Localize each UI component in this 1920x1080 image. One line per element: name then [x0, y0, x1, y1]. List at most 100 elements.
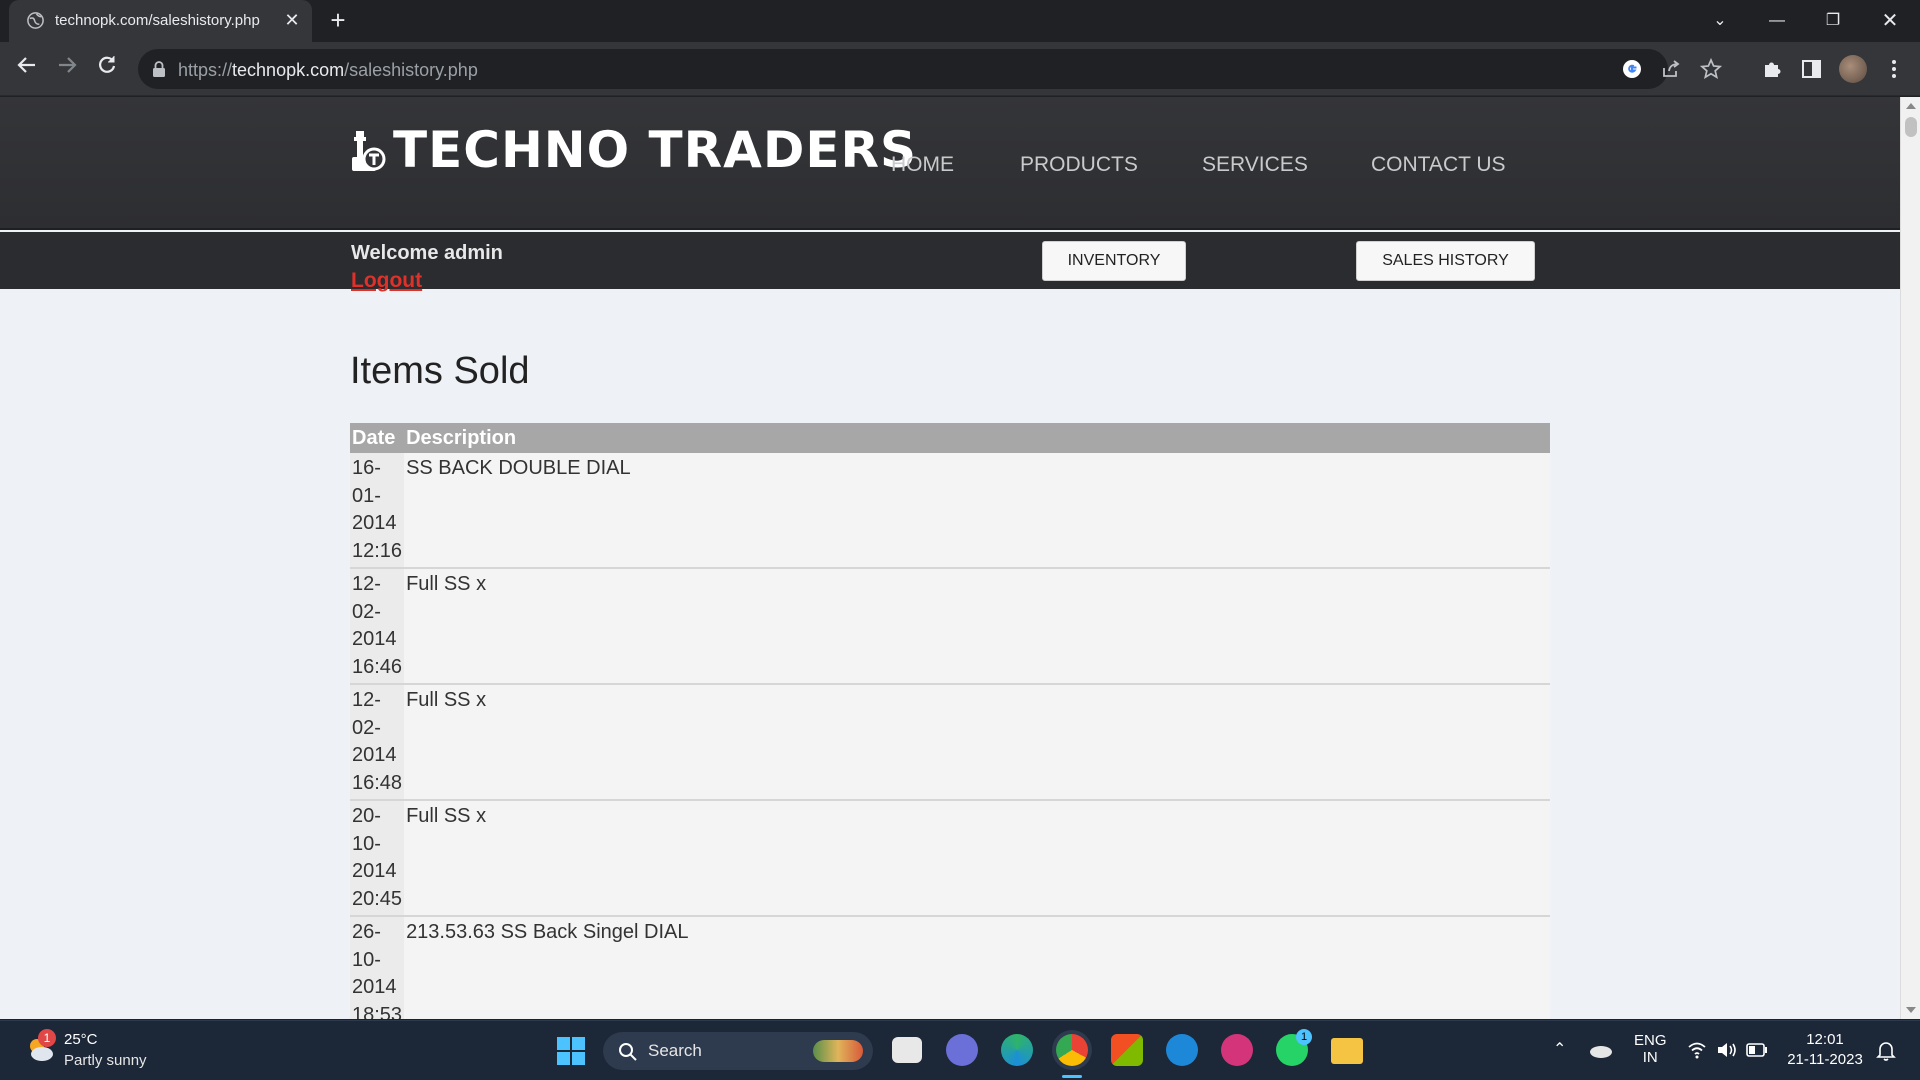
- volume-icon[interactable]: [1716, 1040, 1738, 1060]
- date-cell: 20- 10- 2014 20:45: [350, 800, 405, 917]
- date-line: 26-: [352, 921, 381, 943]
- lock-icon: [153, 61, 165, 77]
- onedrive-icon[interactable]: [1588, 1040, 1614, 1060]
- show-hidden-icons-icon[interactable]: ⌃: [1553, 1039, 1566, 1059]
- nav-home[interactable]: HOME: [891, 153, 954, 177]
- google-icon[interactable]: [1621, 58, 1643, 80]
- reload-button[interactable]: [92, 54, 122, 84]
- date-line: 2014: [352, 744, 397, 766]
- restore-button[interactable]: ❐: [1813, 6, 1853, 36]
- edge-browser-icon[interactable]: [1001, 1034, 1033, 1066]
- date-line: 12-: [352, 689, 381, 711]
- table-header-row: Date Description: [350, 423, 1550, 453]
- active-app-indicator: [1062, 1075, 1082, 1078]
- date-line: 2014: [352, 512, 397, 534]
- scroll-thumb[interactable]: [1905, 117, 1917, 137]
- browser-tab[interactable]: technopk.com/saleshistory.php ✕: [9, 0, 312, 42]
- scroll-down-arrow-icon[interactable]: [1906, 1007, 1916, 1013]
- microsoft-store-icon[interactable]: [1111, 1034, 1143, 1066]
- weather-temperature[interactable]: 25°C: [64, 1031, 98, 1048]
- date-line: 2014: [352, 860, 397, 882]
- site-logo[interactable]: TECHNO TRADERS: [393, 121, 917, 179]
- date-line: 16:46: [352, 655, 403, 678]
- reload-icon: [99, 56, 116, 73]
- forward-arrow-icon: [59, 57, 77, 73]
- back-button[interactable]: [12, 54, 42, 84]
- nav-contact-us[interactable]: CONTACT US: [1371, 153, 1506, 177]
- url-path: /saleshistory.php: [344, 60, 478, 80]
- table-row: 12- 02- 2014 16:46 Full SS x: [350, 568, 1550, 685]
- side-panel-icon[interactable]: [1800, 57, 1824, 81]
- clock-date: 21-11-2023: [1787, 1051, 1863, 1068]
- globe-icon: [27, 12, 44, 29]
- url-text: https://technopk.com/saleshistory.php: [178, 60, 478, 81]
- date-line: 2014: [352, 628, 397, 650]
- date-cell: 12- 02- 2014 16:48: [350, 684, 405, 801]
- date-line: 20:45: [352, 887, 403, 910]
- description-cell: SS BACK DOUBLE DIAL: [404, 453, 1550, 569]
- wps-office-icon[interactable]: [1221, 1034, 1253, 1066]
- new-tab-button[interactable]: +: [325, 7, 351, 34]
- more-menu-icon[interactable]: [1882, 57, 1906, 81]
- date-line: 02-: [352, 716, 381, 739]
- table-row: 20- 10- 2014 20:45 Full SS x: [350, 800, 1550, 917]
- date-line: 16-: [352, 457, 381, 479]
- close-window-button[interactable]: ✕: [1870, 6, 1910, 36]
- sales-history-button[interactable]: SALES HISTORY: [1356, 241, 1535, 281]
- page-scrollbar[interactable]: [1900, 97, 1920, 1019]
- page-title: Items Sold: [350, 350, 530, 392]
- date-cell: 26- 10- 2014 18:53: [350, 916, 405, 1020]
- wifi-icon[interactable]: [1687, 1041, 1707, 1059]
- teams-chat-icon[interactable]: [946, 1034, 978, 1066]
- extensions-puzzle-icon[interactable]: [1760, 57, 1784, 81]
- date-line: 10-: [352, 832, 381, 855]
- nav-services[interactable]: SERVICES: [1202, 153, 1308, 177]
- admin-bar: Welcome admin Logout INVENTORY SALES HIS…: [0, 232, 1900, 292]
- taskbar-search[interactable]: Search: [603, 1032, 873, 1070]
- search-highlight-icon: [813, 1040, 863, 1062]
- bookmark-star-icon[interactable]: [1700, 58, 1722, 80]
- search-label: Search: [648, 1041, 702, 1060]
- date-line: 12:16: [352, 539, 403, 562]
- browser-tab-strip: technopk.com/saleshistory.php ✕ + ⌄ — ❐ …: [0, 0, 1920, 42]
- share-icon[interactable]: [1660, 58, 1682, 80]
- inventory-button[interactable]: INVENTORY: [1042, 241, 1186, 281]
- battery-icon[interactable]: [1746, 1042, 1768, 1058]
- chrome-browser-icon[interactable]: [1056, 1034, 1088, 1066]
- date-line: 18:53: [352, 1003, 403, 1020]
- clock[interactable]: 12:01 21-11-2023: [1785, 1031, 1865, 1068]
- language-indicator[interactable]: ENG IN: [1634, 1032, 1667, 1066]
- page-viewport: TECHNO TRADERS HOME PRODUCTS SERVICES CO…: [0, 97, 1920, 1019]
- description-cell: Full SS x: [404, 568, 1550, 685]
- date-column-header: Date: [350, 423, 405, 453]
- logout-link[interactable]: Logout: [351, 269, 422, 293]
- profile-avatar[interactable]: [1839, 55, 1867, 83]
- windows-start-icon[interactable]: [556, 1036, 586, 1066]
- address-bar[interactable]: https://technopk.com/saleshistory.php: [138, 49, 1722, 89]
- table-row: 16- 01- 2014 12:16 SS BACK DOUBLE DIAL: [350, 453, 1550, 569]
- nav-products[interactable]: PRODUCTS: [1020, 153, 1138, 177]
- forward-button[interactable]: [52, 54, 82, 84]
- weather-description[interactable]: Partly sunny: [64, 1052, 147, 1069]
- tab-search-icon[interactable]: ⌄: [1700, 6, 1740, 36]
- date-line: 16:48: [352, 771, 403, 794]
- get-help-icon[interactable]: [1166, 1034, 1198, 1066]
- description-column-header: Description: [404, 423, 1550, 453]
- region-code: IN: [1642, 1049, 1658, 1066]
- scroll-up-arrow-icon[interactable]: [1906, 103, 1916, 109]
- url-host: technopk.com: [232, 60, 345, 80]
- file-explorer-icon[interactable]: [1331, 1038, 1363, 1064]
- notification-bell-icon[interactable]: [1876, 1040, 1896, 1062]
- weather-badge: 1: [38, 1029, 56, 1047]
- tab-close-icon[interactable]: ✕: [281, 9, 303, 31]
- windows-taskbar: 1 25°C Partly sunny Search 1 ⌃ ENG IN 12…: [0, 1020, 1920, 1080]
- url-scheme: https://: [178, 60, 233, 80]
- tab-title: technopk.com/saleshistory.php: [55, 12, 260, 29]
- description-cell: 213.53.63 SS Back Singel DIAL: [404, 916, 1550, 1019]
- minimize-button[interactable]: —: [1757, 6, 1797, 36]
- whatsapp-badge: 1: [1296, 1029, 1312, 1045]
- date-line: 2014: [352, 976, 397, 998]
- date-line: 10-: [352, 948, 381, 971]
- task-view-icon[interactable]: [892, 1037, 922, 1063]
- welcome-text: Welcome admin: [351, 242, 503, 264]
